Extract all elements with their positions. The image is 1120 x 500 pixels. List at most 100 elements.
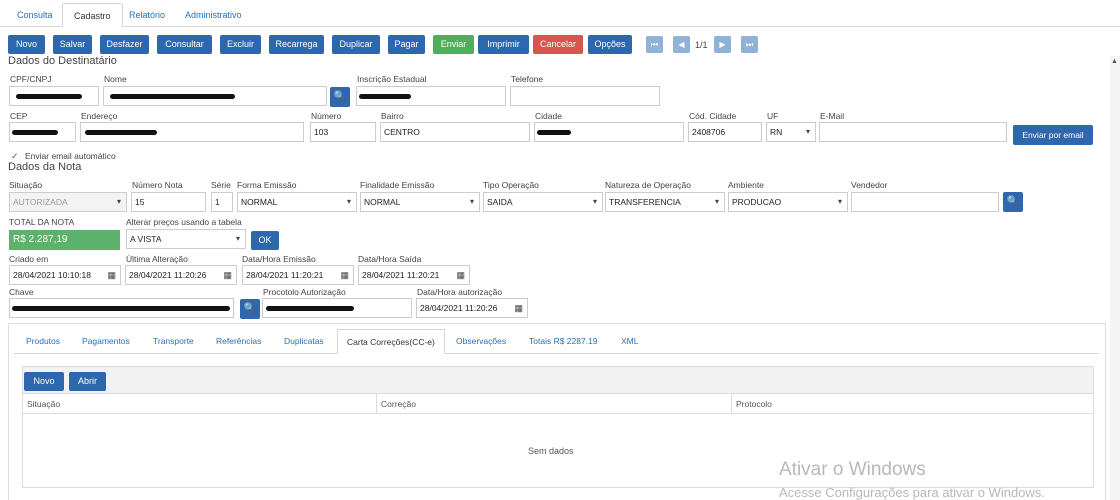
column-correcao[interactable]: Correção — [377, 394, 732, 414]
serie-label: Série — [211, 180, 231, 190]
ambiente-select[interactable]: PRODUCAO — [728, 192, 848, 212]
situacao-label: Situação — [9, 180, 43, 190]
uf-select[interactable]: RN — [766, 122, 816, 142]
undo-button[interactable]: Desfazer — [100, 35, 149, 54]
autorizacao-field[interactable]: 28/04/2021 11:20:26 — [416, 298, 528, 318]
subtab-duplicatas[interactable]: Duplicatas — [275, 329, 333, 354]
send-email-button[interactable]: Enviar por email — [1013, 125, 1093, 145]
situacao-select: AUTORIZADA — [9, 192, 127, 212]
total-value: R$ 2.287,19 — [9, 230, 120, 250]
chave-label: Chave — [9, 287, 34, 297]
tabela-select[interactable]: A VISTA — [126, 229, 246, 249]
activation-watermark-title: Ativar o Windows — [779, 459, 926, 480]
next-page-icon[interactable]: ▶ — [714, 36, 731, 53]
grid-toolbar: Novo Abrir — [23, 367, 1093, 394]
telefone-field[interactable] — [510, 86, 660, 106]
email-field[interactable] — [819, 122, 1007, 142]
emissao-field[interactable]: 28/04/2021 11:20:21 — [242, 265, 354, 285]
pay-button[interactable]: Pagar — [388, 35, 425, 54]
tab-relatorio[interactable]: Relatório — [118, 3, 176, 27]
redacted-cep — [12, 130, 58, 135]
section-nota: Dados da Nota — [8, 161, 82, 173]
numero-label: Número — [311, 111, 342, 121]
criado-field[interactable]: 28/04/2021 10:10:18 — [9, 265, 121, 285]
empty-message: Sem dados — [528, 446, 574, 456]
numero-field[interactable]: 103 — [310, 122, 376, 142]
ok-button[interactable]: OK — [251, 231, 279, 250]
cancel-button[interactable]: Cancelar — [533, 35, 583, 54]
redacted-endereco — [85, 130, 157, 135]
cpf-label: CPF/CNPJ — [10, 74, 52, 84]
endereco-label: Endereço — [81, 111, 118, 121]
subtab-xml[interactable]: XML — [612, 329, 647, 354]
subtab-pagamentos[interactable]: Pagamentos — [73, 329, 139, 354]
emissao-label: Data/Hora Emissão — [242, 254, 316, 264]
tab-consulta[interactable]: Consulta — [6, 3, 64, 27]
scrollbar[interactable] — [1110, 56, 1120, 500]
forma-emissao-label: Forma Emissão — [237, 180, 297, 190]
save-button[interactable]: Salvar — [53, 35, 92, 54]
ambiente-label: Ambiente — [728, 180, 764, 190]
cod-cidade-field[interactable]: 2408706 — [688, 122, 762, 142]
options-button[interactable]: Opções — [588, 35, 632, 54]
tab-cadastro[interactable]: Cadastro — [62, 3, 123, 27]
redacted-chave — [12, 306, 230, 311]
column-protocolo[interactable]: Protocolo — [732, 394, 1093, 414]
numero-nota-label: Número Nota — [132, 180, 183, 190]
new-button[interactable]: Novo — [8, 35, 45, 54]
search-vendedor-icon[interactable]: 🔍 — [1003, 192, 1023, 212]
delete-button[interactable]: Excluir — [220, 35, 261, 54]
scroll-up-icon[interactable]: ▲ — [1111, 58, 1118, 65]
cidade-label: Cidade — [535, 111, 562, 121]
nome-label: Nome — [104, 74, 127, 84]
uf-label: UF — [767, 111, 779, 121]
subtab-produtos[interactable]: Produtos — [17, 329, 69, 354]
tipo-operacao-label: Tipo Operação — [483, 180, 539, 190]
subtab-carta-correcoes[interactable]: Carta Correções(CC-e) — [337, 329, 445, 354]
forma-emissao-select[interactable]: NORMAL — [237, 192, 357, 212]
redacted-cpf — [16, 94, 82, 99]
tab-administrativo[interactable]: Administrativo — [174, 3, 253, 27]
numero-nota-field[interactable]: 15 — [131, 192, 206, 212]
last-page-icon[interactable]: ⏭ — [741, 36, 758, 53]
prev-page-icon[interactable]: ◀ — [673, 36, 690, 53]
page-indicator: 1/1 — [695, 40, 708, 50]
protocolo-label: Procotolo Autorização — [263, 287, 346, 297]
send-button[interactable]: Enviar — [433, 35, 474, 54]
subtab-totais[interactable]: Totais R$ 2287.19 — [520, 329, 607, 354]
redacted-nome — [110, 94, 235, 99]
redacted-ie — [359, 94, 411, 99]
saida-field[interactable]: 28/04/2021 11:20:21 — [358, 265, 470, 285]
vendedor-field[interactable] — [851, 192, 999, 212]
search-chave-icon[interactable]: 🔍 — [240, 299, 260, 319]
alteracao-field[interactable]: 28/04/2021 11:20:26 — [125, 265, 237, 285]
serie-field[interactable]: 1 — [211, 192, 233, 212]
cod-cidade-label: Cód. Cidade — [689, 111, 737, 121]
print-button[interactable]: Imprimir — [478, 35, 529, 54]
email-label: E-Mail — [820, 111, 845, 121]
cce-grid: Novo Abrir Situação Correção Protocolo S… — [22, 366, 1094, 488]
tipo-operacao-select[interactable]: SAIDA — [483, 192, 603, 212]
grid-open-button[interactable]: Abrir — [69, 372, 106, 391]
redacted-cidade — [537, 130, 571, 135]
total-label: TOTAL DA NOTA — [9, 217, 75, 227]
query-button[interactable]: Consultar — [157, 35, 212, 54]
column-situacao[interactable]: Situação — [23, 394, 377, 414]
duplicate-button[interactable]: Duplicar — [332, 35, 380, 54]
natureza-select[interactable]: TRANSFERENCIA — [605, 192, 725, 212]
ie-label: Inscrição Estadual — [357, 74, 427, 84]
finalidade-select[interactable]: NORMAL — [360, 192, 480, 212]
subtab-observacoes[interactable]: Observações — [447, 329, 515, 354]
first-page-icon[interactable]: ⏮ — [646, 36, 663, 53]
grid-new-button[interactable]: Novo — [24, 372, 64, 391]
subtab-referencias[interactable]: Referências — [207, 329, 270, 354]
reload-button[interactable]: Recarrega — [269, 35, 324, 54]
search-destinatario-icon[interactable]: 🔍 — [330, 87, 350, 107]
alteracao-label: Última Alteração — [126, 254, 188, 264]
cep-label: CEP — [10, 111, 28, 121]
telefone-label: Telefone — [511, 74, 544, 84]
autorizacao-label: Data/Hora autorização — [417, 287, 503, 297]
subtab-transporte[interactable]: Transporte — [144, 329, 203, 354]
section-destinatario: Dados do Destinatário — [8, 55, 117, 67]
bairro-field[interactable]: CENTRO — [380, 122, 530, 142]
